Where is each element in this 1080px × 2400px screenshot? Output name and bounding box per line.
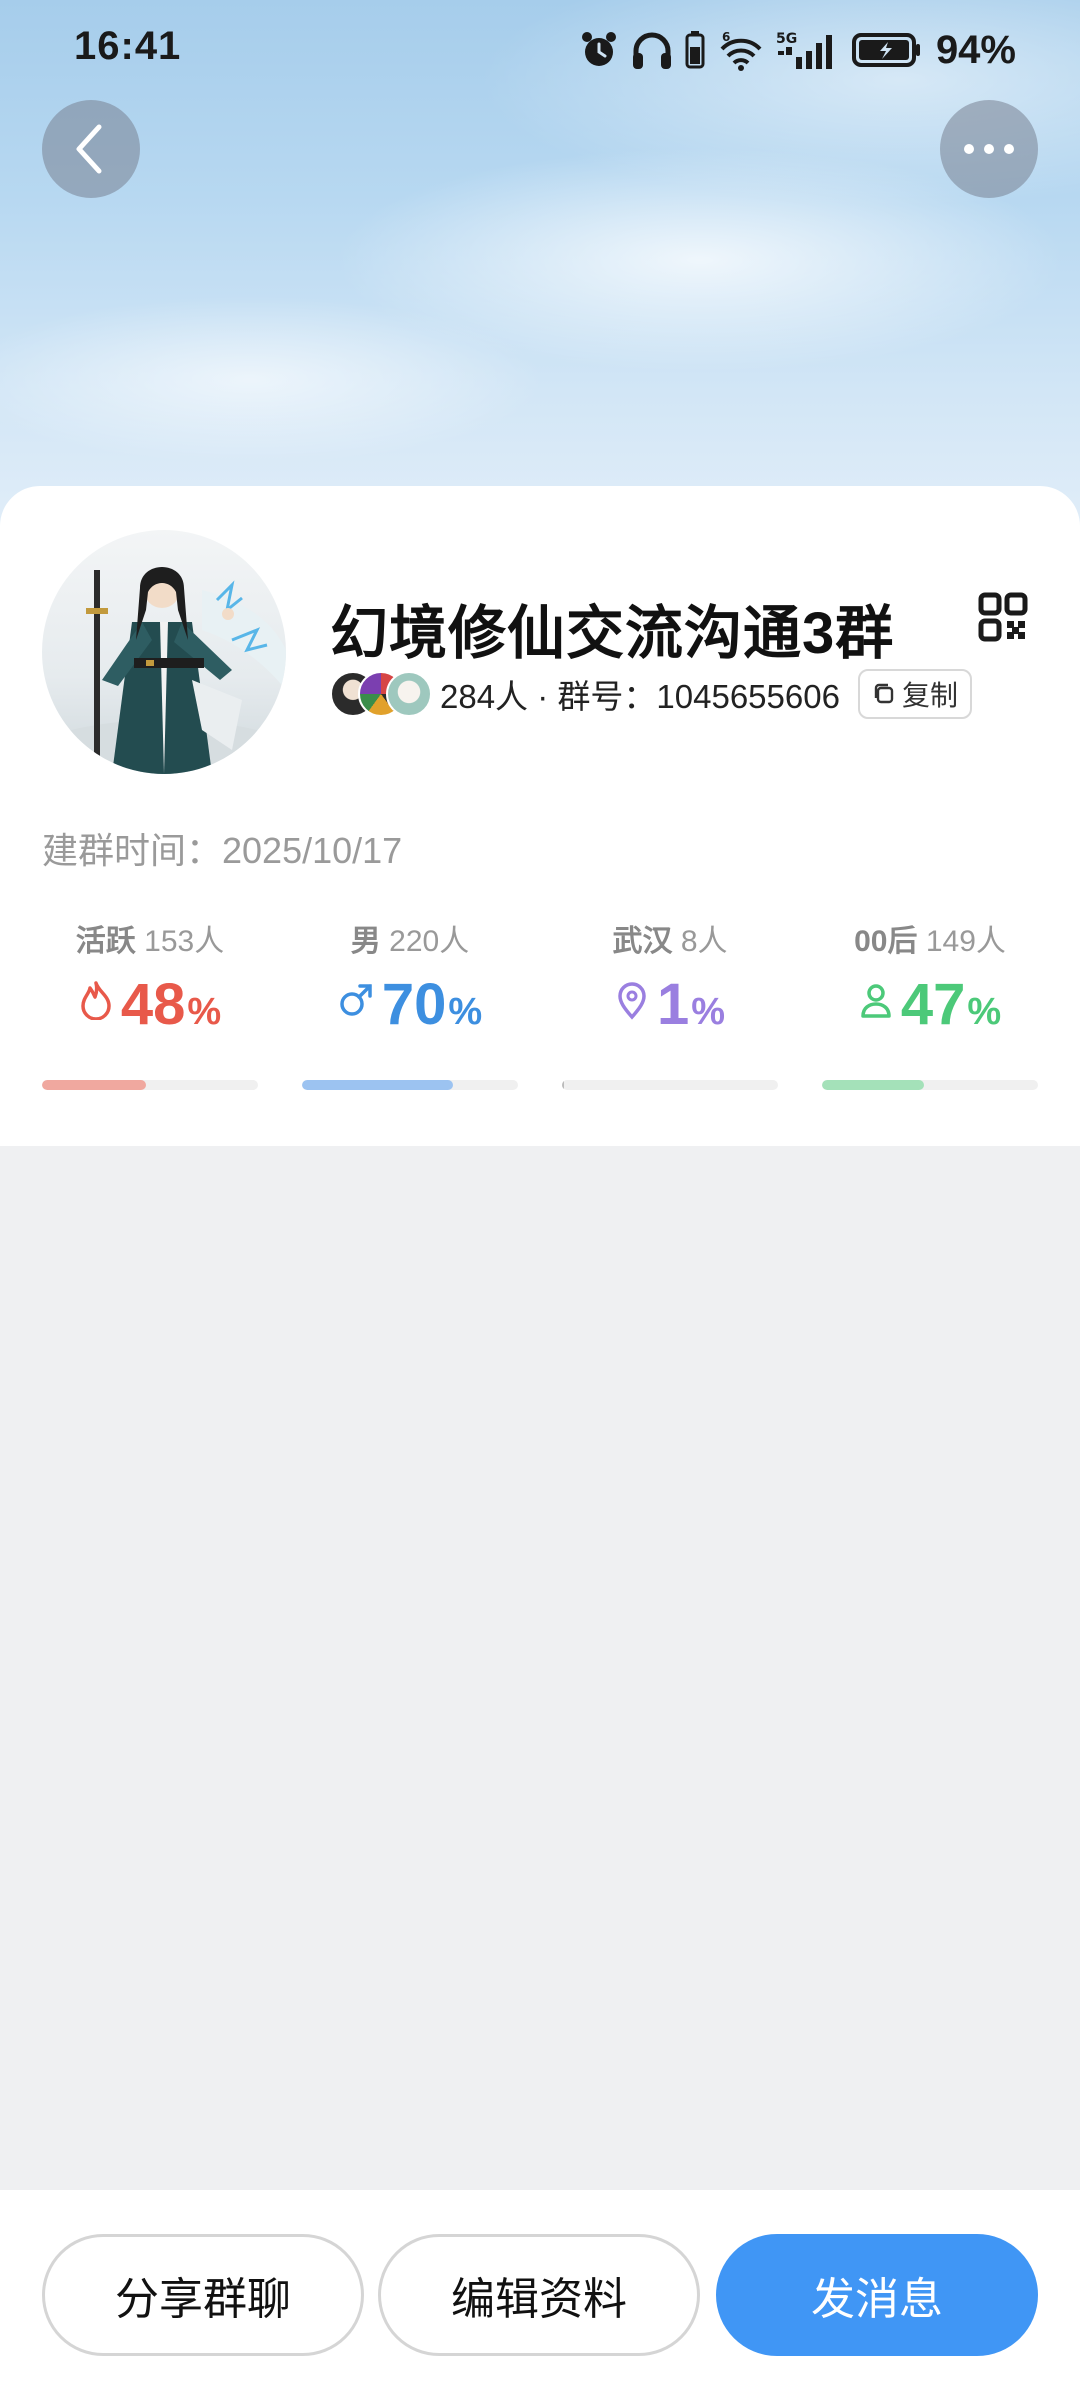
chevron-left-icon xyxy=(76,124,102,174)
stat-progress-track xyxy=(302,1080,518,1090)
edit-profile-button[interactable]: 编辑资料 xyxy=(378,2234,700,2356)
alarm-icon xyxy=(581,32,616,66)
stat-label: 活跃 153人 xyxy=(75,925,225,958)
battery-icon xyxy=(851,33,920,67)
bottom-action-bar: 分享群聊 编辑资料 发消息 xyxy=(0,2190,1080,2400)
stat-value: 47% xyxy=(822,976,1038,1034)
battery-percent: 94% xyxy=(935,27,1016,72)
flame-icon xyxy=(81,981,111,1020)
send-message-button[interactable]: 发消息 xyxy=(716,2234,1038,2356)
back-button[interactable] xyxy=(42,100,140,198)
share-group-button[interactable]: 分享群聊 xyxy=(42,2234,364,2356)
status-time: 16:41 xyxy=(74,24,182,68)
character-illustration xyxy=(42,567,286,774)
group-avatar[interactable] xyxy=(42,530,286,774)
more-button[interactable] xyxy=(940,100,1038,198)
copy-button[interactable]: 复制 xyxy=(857,669,972,719)
stat-progress-track xyxy=(822,1080,1038,1090)
more-dots-icon xyxy=(964,144,1014,154)
stat-label: 男 220人 xyxy=(350,925,470,958)
group-meta-row: 284人 · 群号：1045655606 复制 xyxy=(330,666,972,722)
phone-battery-icon xyxy=(685,31,705,69)
member-avatar-stack[interactable] xyxy=(330,669,434,719)
stat-progress-fill xyxy=(562,1080,565,1090)
status-bar: 16:41 6 5G 94% xyxy=(0,0,1080,100)
stat-value: 1% xyxy=(562,976,778,1034)
location-pin-icon xyxy=(618,982,646,1020)
male-icon xyxy=(340,984,372,1016)
stat-location[interactable]: 武汉 8人 1% xyxy=(562,916,778,1090)
created-time: 建群时间：2025/10/17 xyxy=(42,830,403,871)
stat-label: 00后 149人 xyxy=(854,925,1006,958)
group-stats: 活跃 153人 48% 男 220人 70% 武汉 8人 1 % 00后 149… xyxy=(42,916,1038,1090)
group-name: 幻境修仙交流沟通3群 xyxy=(330,601,895,666)
stat-progress-fill xyxy=(42,1080,146,1090)
qr-code-icon[interactable] xyxy=(978,592,1028,642)
member-count[interactable]: 284人 · 群号：1045655606 xyxy=(440,670,840,718)
wifi-icon: 6 xyxy=(720,30,762,71)
copy-icon xyxy=(874,683,894,704)
stat-gender[interactable]: 男 220人 70% xyxy=(302,916,518,1090)
stat-value: 48% xyxy=(42,976,258,1034)
avatar xyxy=(386,671,432,717)
stat-label: 武汉 8人 xyxy=(612,925,728,958)
stat-age[interactable]: 00后 149人 47% xyxy=(822,916,1038,1090)
svg-text:5G: 5G xyxy=(776,31,797,47)
person-icon xyxy=(861,984,891,1018)
stat-progress-fill xyxy=(302,1080,454,1090)
stat-progress-fill xyxy=(822,1080,924,1090)
stat-progress-track xyxy=(562,1080,778,1090)
copy-label: 复制 xyxy=(901,680,958,711)
stat-active[interactable]: 活跃 153人 48% xyxy=(42,916,258,1090)
status-icons: 6 5G 94% xyxy=(578,26,1016,74)
stat-value: 70% xyxy=(302,976,518,1034)
headphones-icon xyxy=(632,32,671,69)
group-info-card: 幻境修仙交流沟通3群 284人 · 群号：1045655606 复制 建群时间：… xyxy=(0,486,1080,1146)
stat-progress-track xyxy=(42,1080,258,1090)
signal-5g-icon: 5G xyxy=(776,31,832,69)
